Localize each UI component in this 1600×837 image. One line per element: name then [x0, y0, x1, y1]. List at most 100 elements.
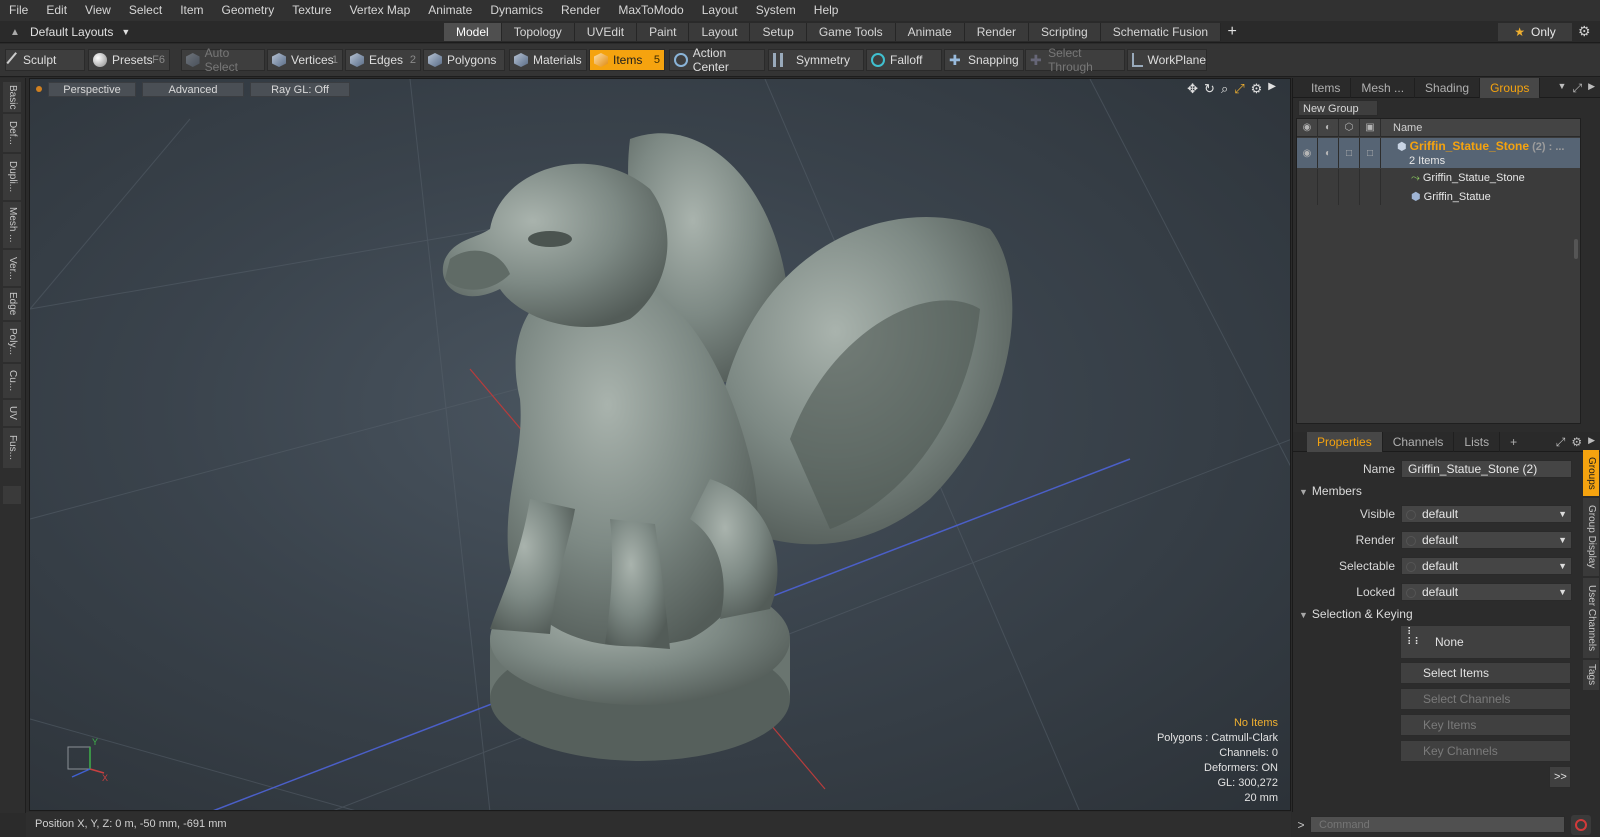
tab-shading[interactable]: Shading [1415, 77, 1481, 98]
tab-model[interactable]: Model [444, 23, 502, 41]
pan-icon[interactable]: ✥ [1187, 81, 1198, 97]
command-input[interactable] [1310, 816, 1565, 833]
selection-keying-section[interactable]: ▼ Selection & Keying [1299, 606, 1577, 622]
left-tab-curve[interactable]: Cu... [3, 364, 21, 398]
menu-animate[interactable]: Animate [419, 0, 481, 21]
tab-layout[interactable]: Layout [689, 23, 751, 41]
new-group-button[interactable]: New Group [1298, 100, 1378, 116]
vertices-button[interactable]: Vertices 1 [267, 49, 343, 71]
left-tab-edge[interactable]: Edge [3, 288, 21, 320]
none-channel-button[interactable]: ⠇ ⠇⠇ None [1400, 625, 1571, 659]
tab-items[interactable]: Items [1293, 77, 1352, 98]
menu-file[interactable]: File [0, 0, 37, 21]
side-tab-groups[interactable]: Groups [1583, 450, 1599, 496]
members-section[interactable]: ▼ Members [1299, 483, 1577, 499]
tree-row-locator[interactable]: ⤳ Griffin_Statue_Stone [1297, 169, 1580, 187]
action-center-button[interactable]: Action Center [669, 46, 765, 74]
tab-lists[interactable]: Lists [1454, 431, 1501, 452]
sculpt-button[interactable]: Sculpt [5, 49, 85, 71]
tab-schematic-fusion[interactable]: Schematic Fusion [1100, 23, 1222, 41]
menu-view[interactable]: View [76, 0, 120, 21]
menu-render[interactable]: Render [552, 0, 609, 21]
presets-button[interactable]: Presets F6 [88, 49, 170, 71]
menu-edit[interactable]: Edit [37, 0, 76, 21]
collapse-arrow-icon[interactable]: ▲ [8, 27, 22, 38]
left-tab-mesh[interactable]: Mesh ... [3, 202, 21, 248]
side-tab-user-channels[interactable]: User Channels [1583, 578, 1599, 658]
group-name-field[interactable]: Griffin_Statue_Stone (2) [1401, 460, 1572, 478]
tab-game-tools[interactable]: Game Tools [806, 23, 896, 41]
menu-dynamics[interactable]: Dynamics [481, 0, 552, 21]
visible-dropdown[interactable]: default ▼ [1401, 505, 1572, 523]
add-tab-plus-icon[interactable]: + [1500, 432, 1527, 452]
tree-scrollbar[interactable] [1574, 239, 1578, 259]
chevron-down-icon[interactable]: ▼ [1558, 81, 1567, 96]
tab-channels[interactable]: Channels [1383, 431, 1455, 452]
left-tab-duplicate[interactable]: Dupli... [3, 154, 21, 200]
group-eye-icon[interactable]: ◉ [1297, 138, 1318, 168]
select-items-button[interactable]: Select Items [1400, 662, 1571, 684]
tab-scripting[interactable]: Scripting [1029, 23, 1101, 41]
gear-icon[interactable]: ⚙ [1571, 435, 1582, 450]
key-channels-button[interactable]: Key Channels [1400, 740, 1571, 762]
maximize-icon[interactable]: ⤢ [1572, 81, 1582, 96]
tree-row-mesh[interactable]: ⬢ Griffin_Statue [1297, 187, 1580, 205]
eye-icon[interactable]: ◉ [1297, 118, 1318, 137]
left-tab-basic[interactable]: Basic [3, 82, 21, 112]
left-tab-uv[interactable]: UV [3, 400, 21, 426]
items-button[interactable]: Items 5 [589, 49, 665, 71]
tab-topology[interactable]: Topology [501, 23, 575, 41]
menu-vertex-map[interactable]: Vertex Map [341, 0, 420, 21]
menu-maxtomodo[interactable]: MaxToModo [609, 0, 692, 21]
side-tab-tags[interactable]: Tags [1583, 660, 1599, 690]
select-channels-button[interactable]: Select Channels [1400, 688, 1571, 710]
key-items-button[interactable]: Key Items [1400, 714, 1571, 736]
menu-layout[interactable]: Layout [693, 0, 747, 21]
record-button[interactable] [1571, 814, 1591, 835]
workplane-button[interactable]: WorkPlane [1127, 49, 1207, 71]
select-through-button[interactable]: ✚ Select Through [1025, 46, 1125, 74]
snapping-button[interactable]: ✚ Snapping [944, 49, 1024, 71]
render-dropdown[interactable]: default ▼ [1401, 531, 1572, 549]
panel-arrow-icon[interactable]: ▶ [1588, 435, 1595, 450]
menu-system[interactable]: System [747, 0, 805, 21]
menu-help[interactable]: Help [805, 0, 848, 21]
falloff-button[interactable]: Falloff [866, 49, 942, 71]
gear-icon[interactable]: ⚙ [1578, 23, 1591, 40]
left-tab-fusion[interactable]: Fus... [3, 428, 21, 468]
tab-setup[interactable]: Setup [750, 23, 807, 41]
menu-geometry[interactable]: Geometry [213, 0, 284, 21]
layout-selector[interactable]: ▲ Default Layouts ▼ [8, 23, 130, 41]
render-toggle-icon[interactable]: ◐ [1318, 118, 1339, 137]
raygl-button[interactable]: Ray GL: Off [250, 81, 350, 97]
polygons-button[interactable]: Polygons [423, 49, 505, 71]
rotate-icon[interactable]: ↻ [1204, 81, 1215, 97]
tab-uvedit[interactable]: UVEdit [574, 23, 638, 41]
add-tab-plus-icon[interactable]: + [1221, 23, 1243, 41]
more-button[interactable]: >> [1549, 766, 1571, 788]
left-tab-vertex[interactable]: Ver... [3, 250, 21, 286]
menu-select[interactable]: Select [120, 0, 171, 21]
edges-button[interactable]: Edges 2 [345, 49, 421, 71]
panel-arrow-icon[interactable]: ▶ [1588, 81, 1595, 96]
group-select-icon[interactable]: □ [1339, 138, 1360, 168]
viewport-expand-arrow-icon[interactable]: ▶ [1268, 81, 1276, 97]
3d-viewport[interactable]: Y X Perspective Advanced Ray GL: Off ✥ ↻… [29, 78, 1291, 811]
symmetry-button[interactable]: Symmetry [768, 49, 864, 71]
selectable-dropdown[interactable]: default ▼ [1401, 557, 1572, 575]
advanced-shading-button[interactable]: Advanced [142, 81, 244, 97]
auto-select-button[interactable]: Auto Select [181, 46, 265, 74]
tab-mesh[interactable]: Mesh ... [1351, 77, 1416, 98]
tab-groups[interactable]: Groups [1480, 77, 1541, 98]
side-tab-group-display[interactable]: Group Display [1583, 498, 1599, 576]
zoom-icon[interactable]: ⌕ [1221, 81, 1228, 97]
tab-properties[interactable]: Properties [1307, 431, 1383, 452]
viewport-scene[interactable]: Y X [30, 79, 1291, 811]
lock-toggle-icon[interactable]: ▣ [1360, 118, 1381, 137]
griffin-statue-model[interactable] [442, 133, 1013, 761]
menu-item[interactable]: Item [171, 0, 212, 21]
viewport-settings-gear-icon[interactable]: ⚙ [1251, 81, 1263, 97]
tab-render[interactable]: Render [964, 23, 1030, 41]
tab-animate[interactable]: Animate [895, 23, 965, 41]
maximize-icon[interactable]: ⤢ [1556, 435, 1566, 450]
